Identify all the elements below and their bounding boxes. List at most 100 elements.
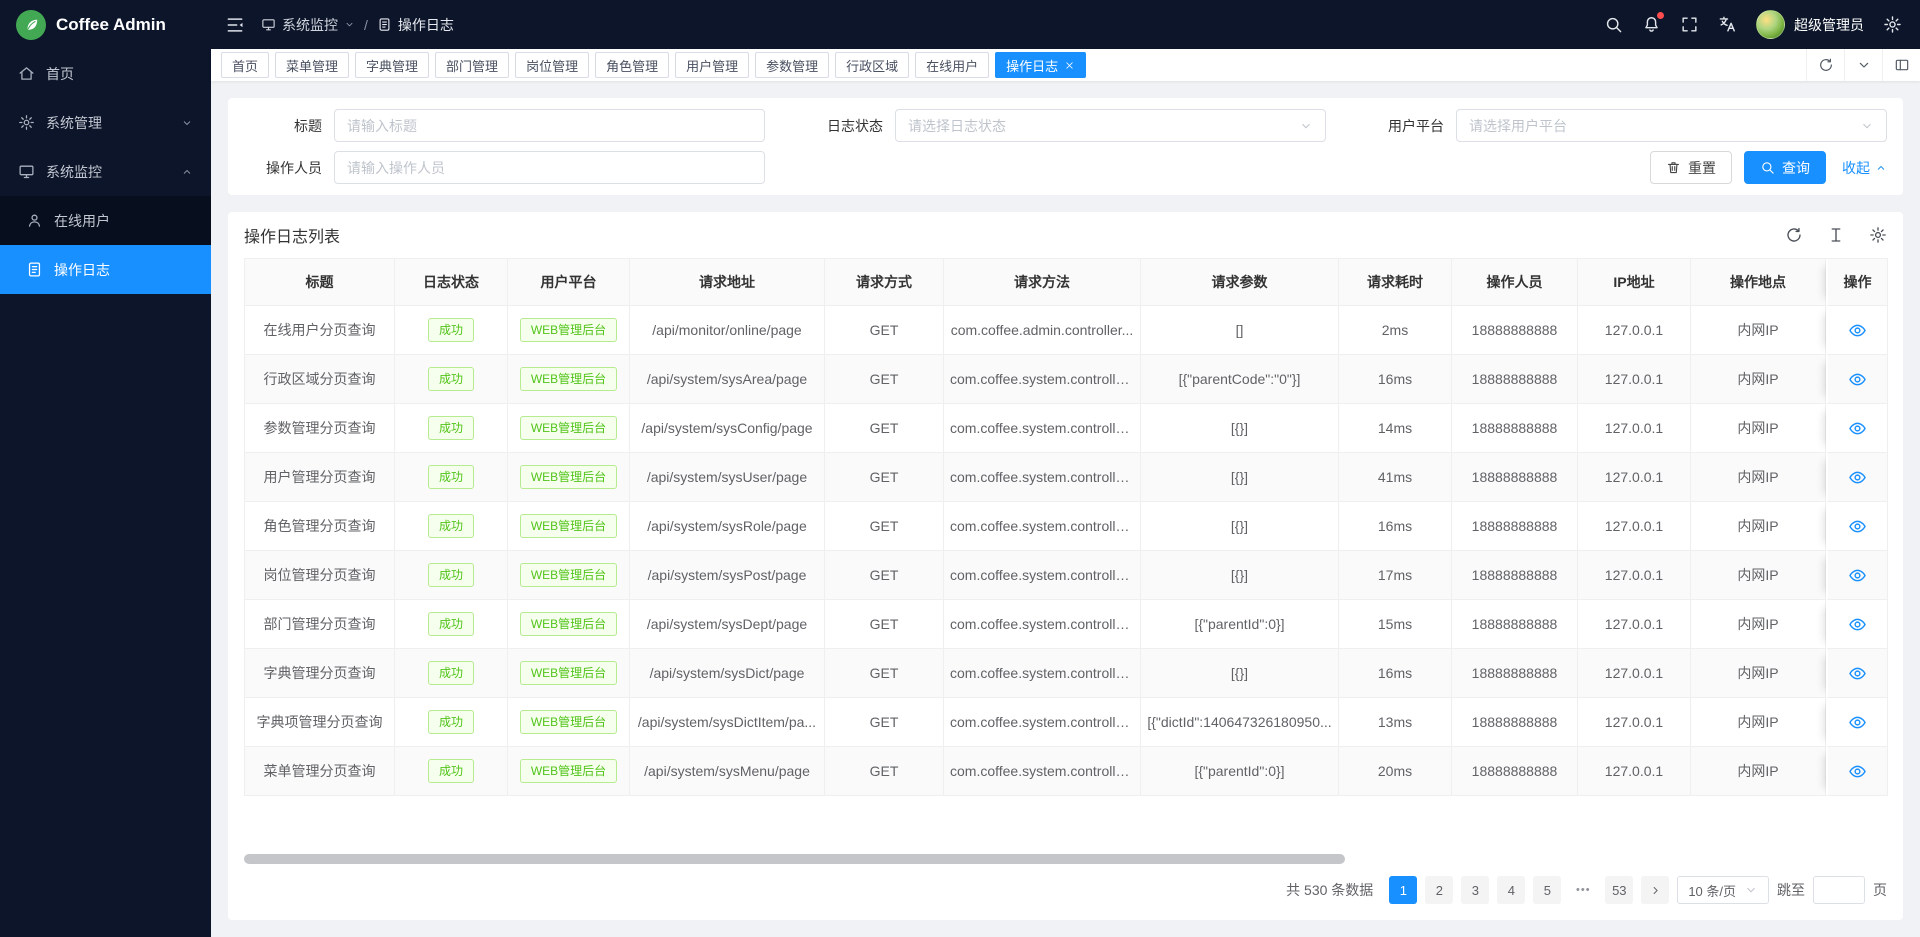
column-header: 请求方式 [825, 259, 944, 306]
topbar: 系统监控/操作日志 超级管理员 [211, 0, 1920, 49]
home-icon [18, 65, 35, 82]
page-unit-label: 页 [1873, 880, 1887, 900]
search-button[interactable]: 查询 [1744, 151, 1826, 184]
refresh-icon[interactable] [1785, 226, 1803, 244]
reset-button[interactable]: 重置 [1650, 151, 1732, 184]
app-logo[interactable]: Coffee Admin [0, 0, 211, 49]
page-size-select[interactable]: 10 条/页 [1677, 876, 1769, 904]
tab-item[interactable]: 用户管理 [675, 52, 749, 78]
status-badge: 成功 [428, 514, 474, 538]
bell-icon[interactable] [1642, 15, 1661, 34]
cell-operator: 18888888888 [1452, 600, 1578, 649]
tab-item[interactable]: 在线用户 [915, 52, 989, 78]
page-button[interactable]: 53 [1605, 876, 1633, 904]
refresh-icon[interactable] [1806, 49, 1844, 81]
view-detail-button[interactable] [1848, 713, 1867, 732]
cell-params: [] [1141, 306, 1339, 355]
log-table-card: 操作日志列表 标题日志状态用户平台请求地址请求方式请求方法请求参数请求耗时操作人… [228, 212, 1903, 920]
cell-url: /api/system/sysMenu/page [630, 747, 825, 796]
monitor-icon [261, 17, 276, 32]
view-detail-button[interactable] [1848, 419, 1867, 438]
collapse-toggle[interactable]: 收起 [1842, 158, 1887, 178]
breadcrumb-item[interactable]: 操作日志 [377, 15, 454, 35]
column-header: 请求方法 [944, 259, 1141, 306]
cell-action [1826, 453, 1888, 502]
sidebar-item[interactable]: 首页 [0, 49, 211, 98]
sidebar-item[interactable]: 操作日志 [0, 245, 211, 294]
search-icon[interactable] [1604, 15, 1623, 34]
cell-operator: 18888888888 [1452, 649, 1578, 698]
tab-item[interactable]: 岗位管理 [515, 52, 589, 78]
search-icon [1760, 160, 1775, 175]
cell-platform: WEB管理后台 [508, 551, 630, 600]
tab-item[interactable]: 首页 [221, 52, 269, 78]
chevron-up-icon [1875, 162, 1887, 174]
view-detail-button[interactable] [1848, 615, 1867, 634]
chevron-down-icon[interactable] [1844, 49, 1882, 81]
log-status-select[interactable]: 请选择日志状态 [895, 109, 1326, 142]
view-detail-button[interactable] [1848, 566, 1867, 585]
page-button[interactable]: 3 [1461, 876, 1489, 904]
sidebar-item[interactable]: 系统监控 [0, 147, 211, 196]
page-button[interactable]: 2 [1425, 876, 1453, 904]
platform-select[interactable]: 请选择用户平台 [1456, 109, 1887, 142]
avatar[interactable] [1756, 10, 1785, 39]
tab-item[interactable]: 字典管理 [355, 52, 429, 78]
tab-item[interactable]: 行政区域 [835, 52, 909, 78]
view-detail-button[interactable] [1848, 468, 1867, 487]
close-icon[interactable] [1064, 60, 1075, 71]
sidebar-item[interactable]: 系统管理 [0, 98, 211, 147]
table-row: 参数管理分页查询成功WEB管理后台/api/system/sysConfig/p… [245, 404, 1888, 453]
tab-item[interactable]: 角色管理 [595, 52, 669, 78]
page-button[interactable]: 4 [1497, 876, 1525, 904]
jump-page-input[interactable] [1813, 876, 1865, 904]
cell-action [1826, 649, 1888, 698]
operator-input[interactable] [334, 151, 765, 184]
view-detail-button[interactable] [1848, 517, 1867, 536]
cell-status: 成功 [395, 502, 508, 551]
platform-badge: WEB管理后台 [520, 759, 617, 783]
tab-item[interactable]: 菜单管理 [275, 52, 349, 78]
view-detail-button[interactable] [1848, 370, 1867, 389]
user-menu[interactable]: 超级管理员 [1756, 10, 1864, 39]
breadcrumb-item[interactable]: 系统监控 [261, 15, 355, 35]
cell-duration: 16ms [1339, 649, 1452, 698]
view-detail-button[interactable] [1848, 762, 1867, 781]
status-badge: 成功 [428, 710, 474, 734]
cell-ip: 127.0.0.1 [1578, 551, 1691, 600]
title-input[interactable] [334, 109, 765, 142]
cell-action [1826, 404, 1888, 453]
view-detail-button[interactable] [1848, 664, 1867, 683]
cell-method: GET [825, 453, 944, 502]
settings-icon[interactable] [1883, 15, 1902, 34]
cell-url: /api/system/sysArea/page [630, 355, 825, 404]
cell-method: GET [825, 698, 944, 747]
topbar-actions: 超级管理员 [1604, 10, 1902, 39]
sidebar-item-label: 系统监控 [46, 162, 102, 182]
filter-row-1: 标题 日志状态 请选择日志状态 用户平台 请选择用户平台 [244, 109, 1887, 142]
cell-location: 内网IP [1691, 600, 1826, 649]
filter-field-title: 标题 [244, 109, 765, 142]
cell-ip: 127.0.0.1 [1578, 600, 1691, 649]
menu-fold-icon[interactable] [225, 15, 245, 35]
cell-action [1826, 355, 1888, 404]
view-detail-button[interactable] [1848, 321, 1867, 340]
sidebar-item[interactable]: 在线用户 [0, 196, 211, 245]
tab-label: 首页 [232, 56, 258, 75]
fullscreen-icon[interactable] [1680, 15, 1699, 34]
translate-icon[interactable] [1718, 15, 1737, 34]
next-page-button[interactable] [1641, 876, 1669, 904]
tab-item[interactable]: 操作日志 [995, 52, 1086, 78]
page-button[interactable]: 1 [1389, 876, 1417, 904]
cell-status: 成功 [395, 747, 508, 796]
layout-icon[interactable] [1882, 49, 1920, 81]
settings-icon[interactable] [1869, 226, 1887, 244]
horizontal-scrollbar-thumb[interactable] [244, 854, 1345, 864]
cell-handler: com.coffee.system.controlle... [944, 649, 1141, 698]
operator-label: 操作人员 [244, 158, 334, 178]
platform-badge: WEB管理后台 [520, 514, 617, 538]
density-icon[interactable] [1827, 226, 1845, 244]
page-button[interactable]: 5 [1533, 876, 1561, 904]
tab-item[interactable]: 部门管理 [435, 52, 509, 78]
tab-item[interactable]: 参数管理 [755, 52, 829, 78]
